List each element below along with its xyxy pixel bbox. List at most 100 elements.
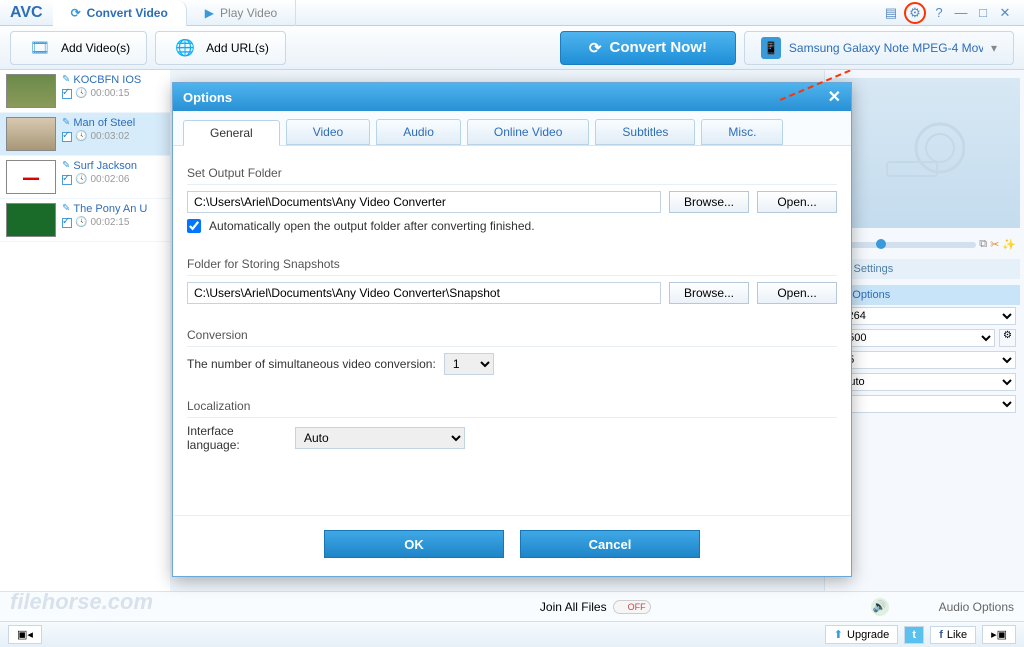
video-list: ✎KOCBFN IOS 🕓00:00:15 ✎Man of Steel 🕓00:…: [0, 70, 170, 610]
snapshot-browse-button[interactable]: Browse...: [669, 282, 749, 304]
refresh-icon: ⟳: [71, 6, 81, 20]
tab-play-label: Play Video: [220, 6, 277, 20]
snapshot-folder-input[interactable]: [187, 282, 661, 304]
tab-convert-label: Convert Video: [87, 6, 168, 20]
snapshot-open-button[interactable]: Open...: [757, 282, 837, 304]
add-urls-label: Add URL(s): [206, 41, 269, 55]
add-urls-button[interactable]: 🌐 Add URL(s): [155, 31, 286, 65]
app-logo: AVC: [0, 4, 53, 22]
language-select[interactable]: Auto: [295, 427, 465, 449]
play-icon: ▶: [205, 6, 214, 20]
audio-options-label[interactable]: Audio Options: [939, 600, 1014, 614]
cancel-button[interactable]: Cancel: [520, 530, 700, 558]
device-icon: 📱: [761, 37, 781, 59]
video-item[interactable]: ✎The Pony An U 🕓00:02:15: [0, 199, 170, 242]
thumbnail: [6, 117, 56, 151]
tab-play-video[interactable]: ▶ Play Video: [187, 0, 296, 26]
watermark: filehorse.com: [10, 589, 153, 615]
close-icon[interactable]: ✕: [996, 4, 1014, 22]
video-options-header[interactable]: eo Options: [829, 285, 1020, 305]
pencil-icon[interactable]: ✎: [62, 203, 70, 215]
twitter-button[interactable]: t: [904, 626, 924, 644]
panel-toggle-right[interactable]: ▸▣: [982, 625, 1016, 644]
video-duration: 00:02:15: [90, 217, 129, 228]
video-item[interactable]: ▬▬ ✎Surf Jackson 🕓00:02:06: [0, 156, 170, 199]
output-folder-label: Set Output Folder: [187, 166, 837, 185]
video-size-select[interactable]: Auto: [833, 373, 1016, 391]
options-tab-online[interactable]: Online Video: [467, 119, 590, 145]
thumbnail: ▬▬: [6, 160, 56, 194]
options-tab-misc[interactable]: Misc.: [701, 119, 783, 145]
globe-plus-icon: 🌐: [172, 35, 198, 61]
options-tab-general[interactable]: General: [183, 120, 280, 146]
wand-icon[interactable]: ✨: [1002, 238, 1016, 251]
gear-icon[interactable]: ⚙: [999, 329, 1016, 347]
list-icon[interactable]: ▤: [882, 4, 900, 22]
simultaneous-select[interactable]: 1: [444, 353, 494, 375]
output-folder-input[interactable]: [187, 191, 661, 213]
basic-settings-header[interactable]: sic Settings: [829, 259, 1020, 279]
upgrade-button[interactable]: ⬆Upgrade: [825, 625, 898, 644]
checkbox-icon[interactable]: [62, 132, 72, 142]
video-fps-select[interactable]: 25: [833, 351, 1016, 369]
checkbox-icon[interactable]: [62, 89, 72, 99]
video-codec-select[interactable]: x264: [833, 307, 1016, 325]
video-bitrate-select[interactable]: 2500: [833, 329, 995, 347]
video-duration: 00:00:15: [90, 88, 129, 99]
checkbox-icon[interactable]: [62, 218, 72, 228]
join-all-label: Join All Files: [540, 600, 607, 614]
pencil-icon[interactable]: ✎: [62, 74, 70, 86]
dialog-title: Options: [183, 90, 232, 105]
ok-button[interactable]: OK: [324, 530, 504, 558]
speaker-icon[interactable]: 🔊: [871, 598, 889, 616]
minimize-icon[interactable]: —: [952, 4, 970, 22]
snapshot-folder-label: Folder for Storing Snapshots: [187, 257, 837, 276]
output-profile-dropdown[interactable]: 📱 Samsung Galaxy Note MPEG-4 Movie... ▾: [744, 31, 1014, 65]
cut-icon[interactable]: ✂: [990, 238, 999, 251]
clock-icon: 🕓: [75, 174, 87, 185]
join-all-toggle[interactable]: OFF: [613, 600, 651, 614]
video-pass-select[interactable]: 1: [833, 395, 1016, 413]
pencil-icon[interactable]: ✎: [62, 117, 70, 129]
settings-gear-icon[interactable]: ⚙: [904, 2, 926, 24]
video-item[interactable]: ✎Man of Steel 🕓00:03:02: [0, 113, 170, 156]
preview-pane: [829, 78, 1020, 228]
auto-open-checkbox[interactable]: [187, 219, 201, 233]
maximize-icon[interactable]: □: [974, 4, 992, 22]
facebook-like-button[interactable]: fLike: [930, 626, 976, 644]
refresh-icon: ⟳: [589, 39, 602, 57]
clock-icon: 🕓: [75, 88, 87, 99]
panel-toggle-left[interactable]: ▣◂: [8, 625, 42, 644]
checkbox-icon[interactable]: [62, 175, 72, 185]
simultaneous-label: The number of simultaneous video convers…: [187, 357, 436, 371]
dialog-close-icon[interactable]: ✕: [828, 87, 841, 107]
thumbnail: [6, 203, 56, 237]
options-tab-video[interactable]: Video: [286, 119, 370, 145]
help-icon[interactable]: ?: [930, 4, 948, 22]
clock-icon: 🕓: [75, 217, 87, 228]
clock-icon: 🕓: [75, 131, 87, 142]
video-title: Man of Steel: [73, 117, 135, 129]
video-item[interactable]: ✎KOCBFN IOS 🕓00:00:15: [0, 70, 170, 113]
profile-label: Samsung Galaxy Note MPEG-4 Movie...: [789, 41, 983, 55]
add-videos-button[interactable]: 🎞 Add Video(s): [10, 31, 147, 65]
film-plus-icon: 🎞: [27, 35, 53, 61]
output-browse-button[interactable]: Browse...: [669, 191, 749, 213]
crop-icon[interactable]: ⧉: [979, 238, 987, 251]
pencil-icon[interactable]: ✎: [62, 160, 70, 172]
add-videos-label: Add Video(s): [61, 41, 130, 55]
options-tab-subtitles[interactable]: Subtitles: [595, 119, 695, 145]
options-tab-audio[interactable]: Audio: [376, 119, 461, 145]
trim-slider[interactable]: [833, 242, 976, 248]
convert-now-label: Convert Now!: [610, 39, 708, 56]
right-panel: ⧉ ✂ ✨ sic Settings eo Options x264 2500⚙…: [824, 70, 1024, 610]
video-duration: 00:03:02: [90, 131, 129, 142]
convert-now-button[interactable]: ⟳ Convert Now!: [560, 31, 736, 65]
video-title: KOCBFN IOS: [73, 74, 141, 86]
tab-convert-video[interactable]: ⟳ Convert Video: [53, 0, 187, 26]
upload-icon: ⬆: [834, 628, 843, 641]
output-open-button[interactable]: Open...: [757, 191, 837, 213]
localization-label: Localization: [187, 399, 837, 418]
language-label: Interface language:: [187, 424, 287, 452]
video-duration: 00:02:06: [90, 174, 129, 185]
